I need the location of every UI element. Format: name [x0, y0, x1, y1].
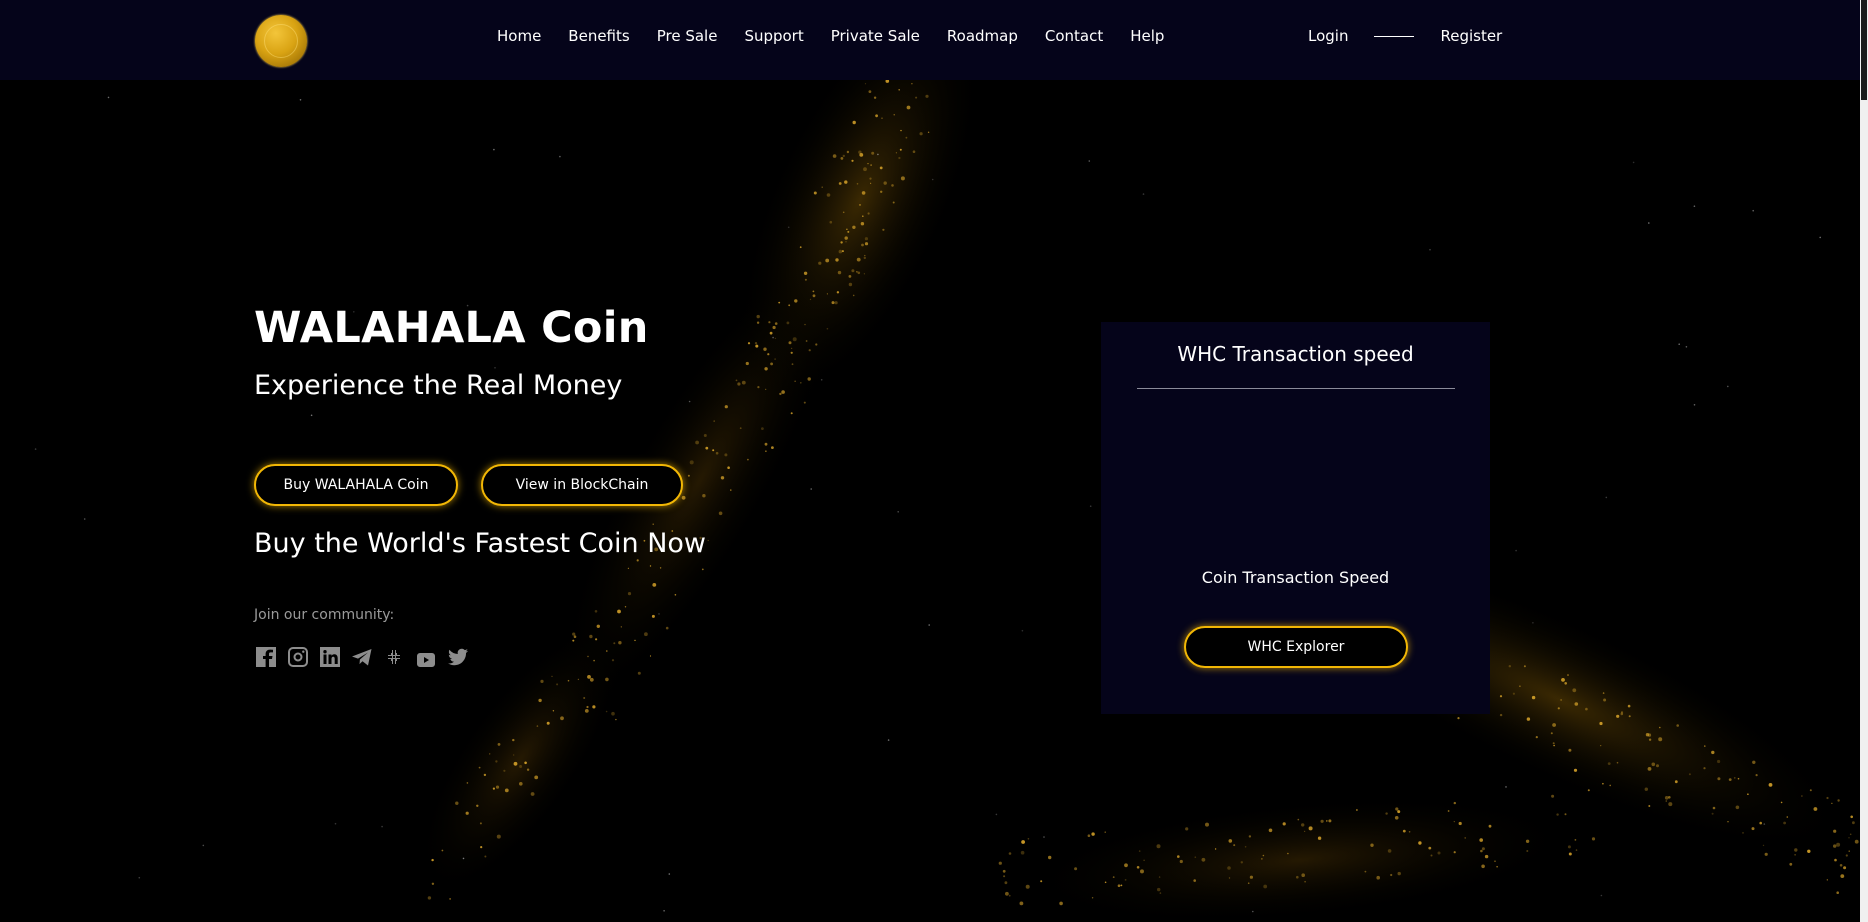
panel-divider: [1137, 388, 1455, 389]
slack-icon[interactable]: [382, 645, 406, 669]
nav-private-sale[interactable]: Private Sale: [831, 27, 920, 45]
page-scrollbar[interactable]: [1860, 0, 1868, 922]
hero-title: WALAHALA Coin: [254, 303, 649, 353]
panel-caption: Coin Transaction Speed: [1201, 568, 1390, 587]
nav-benefits[interactable]: Benefits: [568, 27, 629, 45]
hero-tagline: Buy the World's Fastest Coin Now: [254, 528, 706, 559]
background-particles: [34, 0, 1868, 922]
twitter-icon[interactable]: [446, 645, 470, 669]
register-link[interactable]: Register: [1440, 27, 1502, 45]
page: Home Benefits Pre Sale Support Private S…: [0, 0, 1868, 922]
telegram-icon[interactable]: [350, 645, 374, 669]
scrollbar-thumb[interactable]: [1861, 0, 1867, 100]
coin-logo-icon[interactable]: [255, 15, 307, 67]
main-nav: Home Benefits Pre Sale Support Private S…: [497, 27, 1191, 45]
nav-support[interactable]: Support: [744, 27, 803, 45]
transaction-speed-panel: WHC Transaction speed Coin Transaction S…: [1101, 322, 1490, 714]
hero-subtitle: Experience the Real Money: [254, 370, 623, 401]
auth-links: Login Register: [1308, 27, 1502, 45]
login-link[interactable]: Login: [1308, 27, 1348, 45]
auth-divider: [1374, 35, 1415, 37]
nav-contact[interactable]: Contact: [1045, 27, 1103, 45]
view-blockchain-button[interactable]: View in BlockChain: [481, 464, 683, 506]
social-links: [254, 645, 470, 669]
youtube-icon[interactable]: [414, 645, 438, 669]
top-navbar: Home Benefits Pre Sale Support Private S…: [0, 0, 1860, 80]
whc-explorer-button[interactable]: WHC Explorer: [1184, 626, 1408, 668]
instagram-icon[interactable]: [286, 645, 310, 669]
panel-title: WHC Transaction speed: [1177, 342, 1414, 366]
nav-pre-sale[interactable]: Pre Sale: [657, 27, 718, 45]
community-label: Join our community:: [254, 607, 395, 623]
nav-home[interactable]: Home: [497, 27, 541, 45]
facebook-icon[interactable]: [254, 645, 278, 669]
coin-logo-ring: [264, 24, 298, 58]
linkedin-icon[interactable]: [318, 645, 342, 669]
nav-roadmap[interactable]: Roadmap: [947, 27, 1018, 45]
buy-coin-button[interactable]: Buy WALAHALA Coin: [254, 464, 458, 506]
nav-help[interactable]: Help: [1130, 27, 1164, 45]
